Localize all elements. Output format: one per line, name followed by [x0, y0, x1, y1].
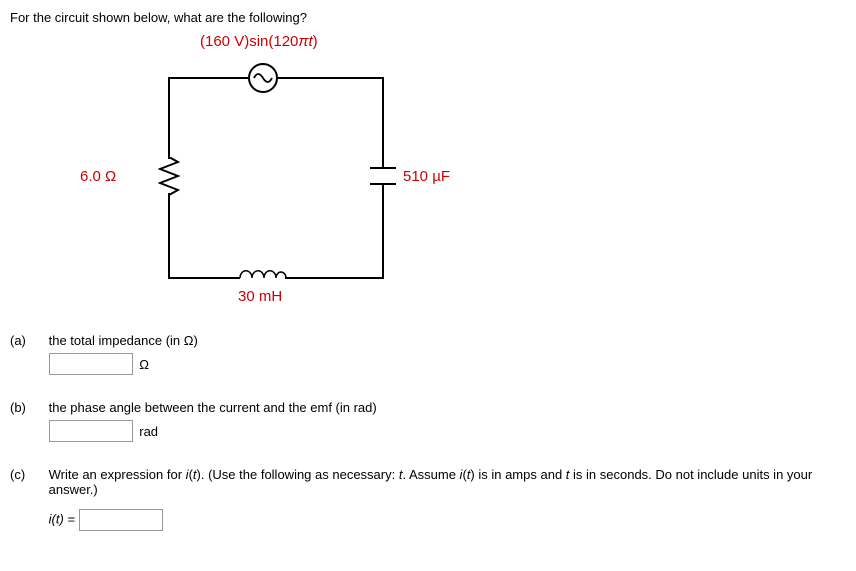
part-c-input[interactable] [79, 509, 163, 531]
inductor-label: 30 mH [238, 288, 282, 305]
part-a-input[interactable] [49, 353, 133, 375]
voltage-source-label: (160 V)sin(120πt) [200, 33, 318, 50]
part-b: (b) the phase angle between the current … [10, 400, 846, 442]
part-b-label: (b) [10, 400, 45, 415]
part-a-label: (a) [10, 333, 45, 348]
capacitor-label: 510 µF [403, 168, 450, 185]
part-b-unit: rad [139, 424, 158, 439]
resistor-label: 6.0 Ω [80, 168, 116, 185]
ac-source-icon [248, 63, 278, 93]
part-c-var: i(t) = [49, 511, 75, 526]
part-a-text: the total impedance (in Ω) [49, 333, 829, 348]
resistor-icon [158, 157, 180, 197]
part-c: (c) Write an expression for i(t). (Use t… [10, 467, 846, 531]
part-c-text: Write an expression for i(t). (Use the f… [49, 467, 829, 497]
inductor-icon [238, 268, 288, 286]
question-intro: For the circuit shown below, what are th… [10, 10, 846, 25]
part-a: (a) the total impedance (in Ω) Ω [10, 333, 846, 375]
part-a-unit: Ω [139, 357, 149, 372]
part-b-input[interactable] [49, 420, 133, 442]
part-c-label: (c) [10, 467, 45, 482]
part-b-text: the phase angle between the current and … [49, 400, 829, 415]
circuit-diagram: (160 V)sin(120πt) 6.0 Ω 510 µF 30 mH [110, 33, 510, 313]
